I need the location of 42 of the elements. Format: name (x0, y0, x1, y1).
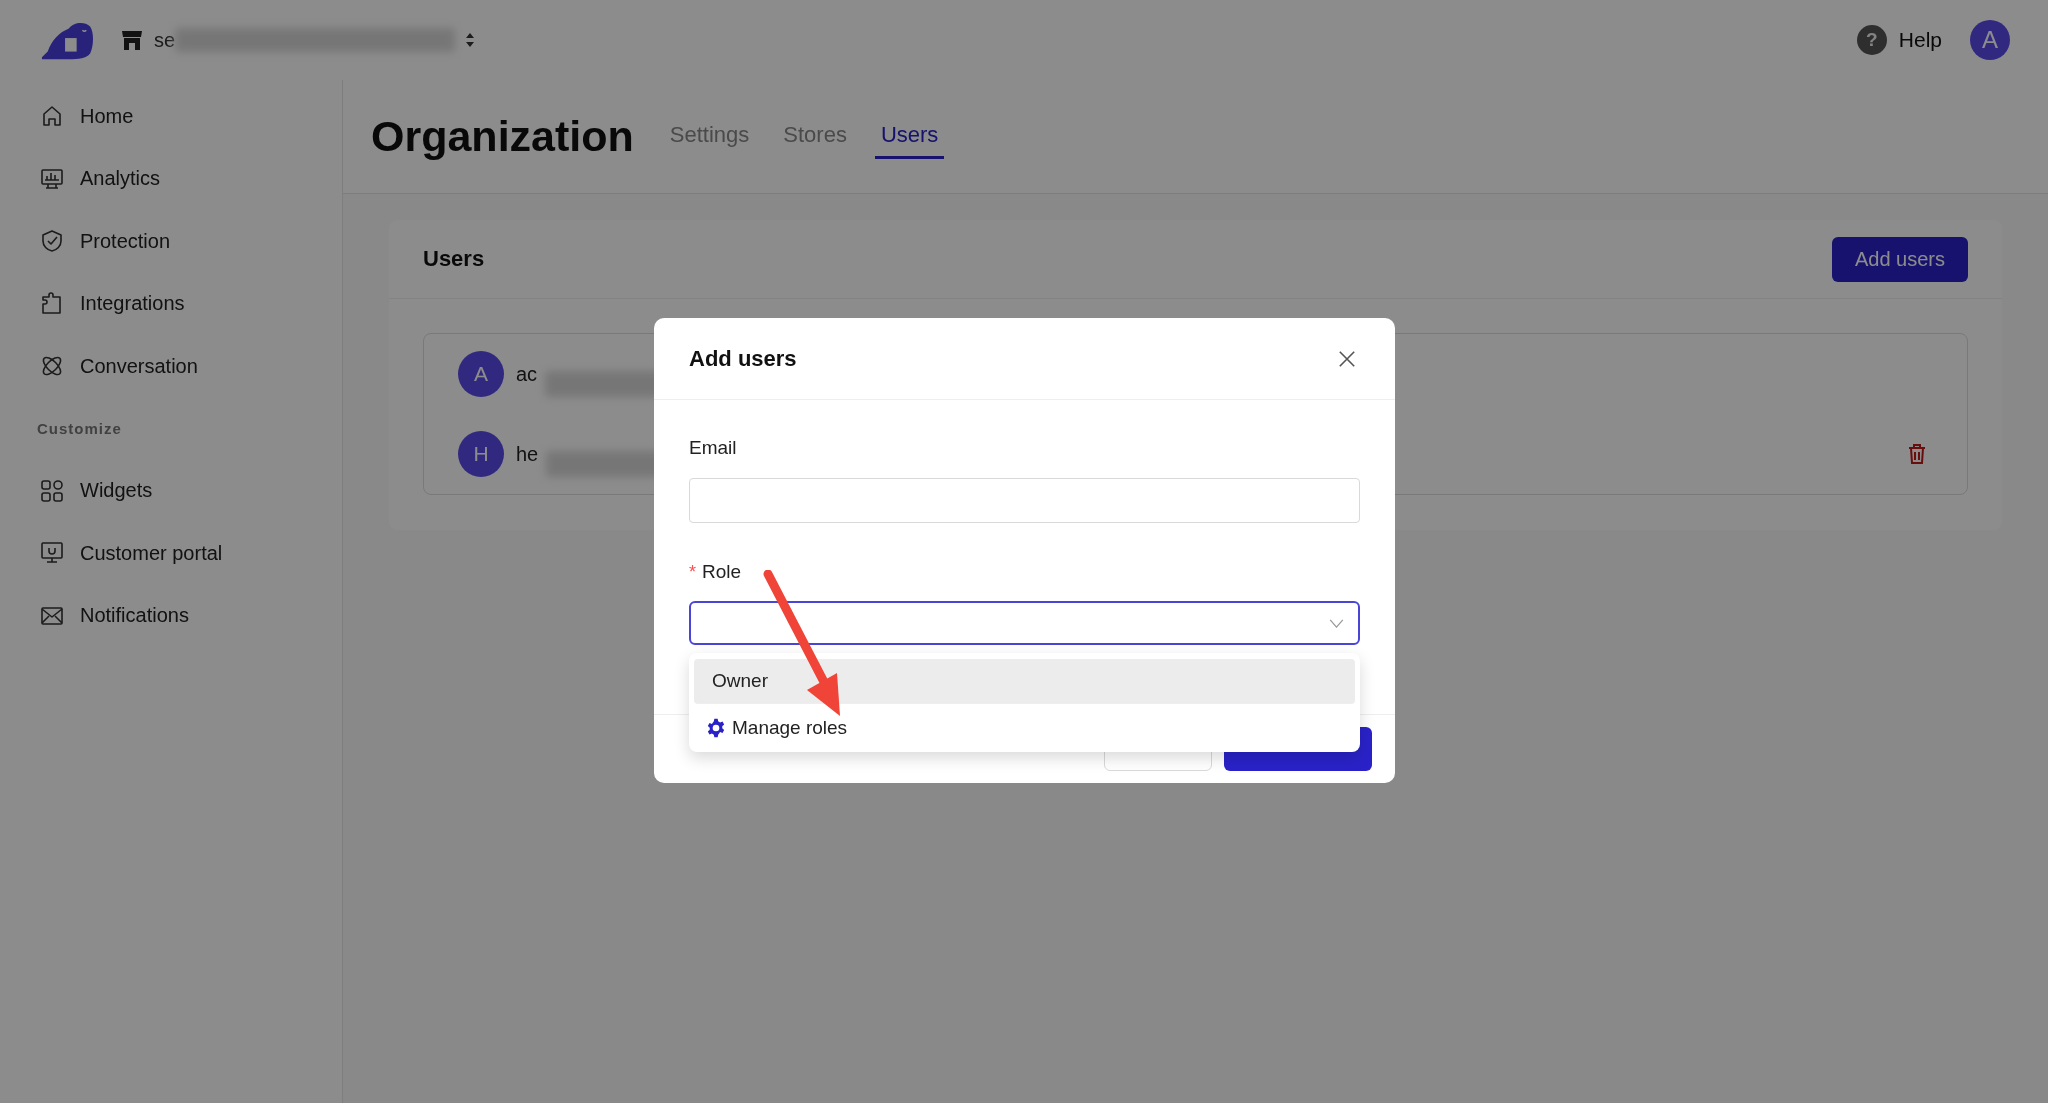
nav-icon (40, 166, 64, 191)
user-avatar: H (458, 431, 504, 477)
section-heading: Customize (37, 419, 123, 439)
role-select[interactable] (689, 601, 1360, 645)
sidebar-item[interactable]: Conversation (40, 335, 342, 398)
help-icon[interactable]: ? (1856, 25, 1887, 55)
tab[interactable]: Users (874, 114, 945, 159)
sidebar-item[interactable]: Protection (40, 210, 342, 273)
user-name: ac (516, 362, 538, 386)
gear-icon (706, 718, 726, 738)
sidebar-item[interactable]: Home (40, 85, 342, 148)
close-icon[interactable] (1338, 349, 1356, 368)
help-link[interactable]: Help (1898, 28, 1942, 52)
seal-logo-icon (40, 20, 94, 60)
sidebar-item[interactable]: Widgets (40, 459, 342, 522)
field-label: Role (702, 560, 742, 584)
sidebar-item[interactable]: Notifications (40, 584, 342, 647)
trash-icon[interactable] (1907, 443, 1927, 465)
page-title: Organization (371, 112, 634, 161)
nav-icon (40, 541, 64, 566)
manage-roles-link[interactable]: Manage roles (694, 704, 1355, 752)
nav-icon (40, 478, 64, 503)
user-name: he (516, 442, 539, 466)
dialog-title: Add users (689, 345, 797, 372)
store-icon (120, 28, 144, 52)
store-name[interactable]: se (154, 28, 176, 52)
user-avatar: A (458, 351, 504, 397)
email-field[interactable] (689, 478, 1360, 523)
user-avatar[interactable]: A (1970, 20, 2010, 60)
dropdown-option[interactable]: Owner (694, 659, 1355, 704)
required-mark: * (689, 561, 696, 584)
sidebar-item[interactable]: Customer portal (40, 522, 342, 585)
sidebar-item[interactable]: Integrations (40, 272, 342, 335)
add-users-button[interactable]: Add users (1831, 236, 1968, 282)
nav-icon (40, 229, 64, 254)
nav-icon (40, 291, 64, 316)
sidebar-item[interactable]: Analytics (40, 147, 342, 210)
sort-icon[interactable] (465, 32, 476, 48)
chevron-down-icon (1329, 618, 1344, 628)
field-label: Email (689, 436, 738, 460)
nav-icon (40, 104, 64, 129)
card-title: Users (423, 246, 485, 272)
